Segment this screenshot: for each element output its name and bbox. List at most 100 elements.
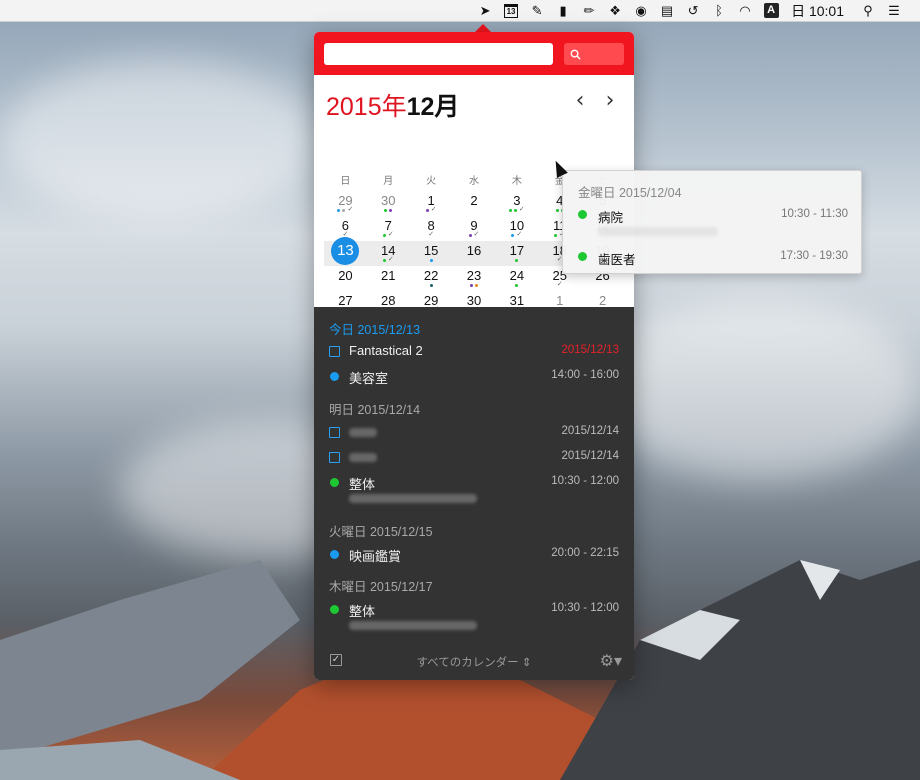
year-label: 2015年 bbox=[326, 93, 407, 121]
calendar-day[interactable]: 15 bbox=[410, 241, 453, 266]
event-dot bbox=[555, 208, 559, 212]
event-indicator: ✓ bbox=[367, 231, 410, 238]
task-checkbox[interactable] bbox=[329, 452, 340, 463]
spotlight-search-icon[interactable]: ⚲ bbox=[856, 0, 880, 22]
settings-gear-icon[interactable]: ⚙▾ bbox=[600, 651, 622, 671]
calendar-color-dot bbox=[330, 372, 339, 381]
wifi-icon[interactable]: ◠ bbox=[733, 0, 757, 22]
task-checkbox[interactable] bbox=[329, 346, 340, 357]
event-dot bbox=[508, 208, 512, 212]
redacted-text bbox=[598, 227, 718, 236]
next-month-button[interactable]: › bbox=[600, 90, 620, 112]
menu-bar: ➤ 13 ✎ ▮ ✏ ❖ ◉ ▤ ↺ ᛒ ◠ A 日 10:01 ⚲ ☰ bbox=[0, 0, 920, 22]
list-item[interactable]: 2015/12/14 bbox=[329, 449, 619, 467]
event-time: 10:30 - 11:30 bbox=[781, 208, 848, 220]
event-dot bbox=[474, 283, 478, 287]
calendar-day[interactable]: 22 bbox=[410, 266, 453, 291]
calendar-day[interactable]: 20 bbox=[324, 266, 367, 291]
calendar-day[interactable]: 21 bbox=[367, 266, 410, 291]
time-machine-icon[interactable]: ↺ bbox=[681, 0, 705, 22]
list-item[interactable]: 美容室 14:00 - 16:00 bbox=[329, 368, 619, 386]
calendar-day[interactable]: 9 ✓ bbox=[453, 216, 496, 241]
event-time: 10:30 - 12:00 bbox=[551, 475, 619, 487]
calendar-day[interactable]: 23 bbox=[453, 266, 496, 291]
bluetooth-icon[interactable]: ᛒ bbox=[707, 0, 731, 22]
event-dot bbox=[382, 258, 386, 262]
prev-month-button[interactable]: ‹ bbox=[570, 90, 590, 112]
day-number: 2 bbox=[598, 293, 607, 308]
event-indicator: ✓ bbox=[495, 206, 538, 213]
pencil-icon[interactable]: ✏ bbox=[577, 0, 601, 22]
event-dot bbox=[511, 233, 515, 237]
calendar-day[interactable]: 14 ✓ bbox=[367, 241, 410, 266]
calendar-day[interactable]: 3 ✓ bbox=[495, 191, 538, 216]
event-dot bbox=[425, 208, 429, 212]
event-dot bbox=[342, 208, 346, 212]
calendar-day[interactable]: 8 ✓ bbox=[410, 216, 453, 241]
event-indicator: ✓ bbox=[453, 231, 496, 238]
redacted-text bbox=[349, 453, 377, 462]
popup-event-row[interactable]: 歯医者 17:30 - 19:30 bbox=[578, 249, 848, 267]
event-dot bbox=[429, 283, 433, 287]
day-number: 27 bbox=[338, 293, 353, 308]
list-item[interactable]: 2015/12/14 bbox=[329, 424, 619, 442]
evernote-icon[interactable]: ✎ bbox=[525, 0, 549, 22]
fantastical-calendar-icon[interactable]: 13 bbox=[499, 0, 523, 22]
calendar-day[interactable]: 1 ✓ bbox=[410, 191, 453, 216]
list-item[interactable]: 映画鑑賞 20:00 - 22:15 bbox=[329, 546, 619, 564]
calendar-day[interactable]: 10 ✓ bbox=[495, 216, 538, 241]
redacted-text bbox=[349, 494, 477, 503]
task-checkbox[interactable] bbox=[329, 427, 340, 438]
day-number: 22 bbox=[423, 268, 439, 283]
event-title: 病院 bbox=[598, 211, 624, 225]
event-indicator: ✓ bbox=[495, 231, 538, 238]
event-dot bbox=[468, 233, 472, 237]
agenda-section-tuesday: 火曜日 2015/12/15 bbox=[329, 525, 433, 539]
day-number: 30 bbox=[381, 193, 396, 208]
notification-center-icon[interactable]: ☰ bbox=[882, 0, 906, 22]
calendar-day[interactable]: 2 bbox=[453, 191, 496, 216]
calendar-day[interactable]: 24 bbox=[495, 266, 538, 291]
location-arrow-icon[interactable]: ➤ bbox=[473, 0, 497, 22]
event-dot bbox=[554, 233, 558, 237]
document-icon[interactable]: ▤ bbox=[655, 0, 679, 22]
agenda-list: 今日 2015/12/13 Fantastical 2 2015/12/13 美… bbox=[314, 307, 634, 680]
event-time: 2015/12/13 bbox=[561, 344, 619, 356]
popover-footer: ✓ すべてのカレンダー ⇕ ⚙▾ bbox=[314, 642, 634, 680]
event-time: 2015/12/14 bbox=[561, 450, 619, 462]
text-expander-icon[interactable]: ◉ bbox=[629, 0, 653, 22]
menu-clock[interactable]: 日 10:01 bbox=[791, 1, 844, 21]
search-button[interactable] bbox=[564, 43, 624, 65]
calendar-set-selector[interactable]: すべてのカレンダー ⇕ bbox=[314, 654, 634, 670]
event-indicator bbox=[367, 207, 410, 213]
task-check-icon: ✓ bbox=[428, 231, 435, 238]
event-indicator bbox=[410, 282, 453, 288]
popup-event-row[interactable]: 病院 10:30 - 11:30 bbox=[578, 207, 848, 225]
event-time: 2015/12/14 bbox=[561, 425, 619, 437]
search-icon bbox=[570, 49, 581, 60]
list-item[interactable]: Fantastical 2 2015/12/13 bbox=[329, 343, 619, 361]
input-source-icon[interactable]: A bbox=[759, 0, 783, 22]
calendar-day[interactable]: 16 bbox=[453, 241, 496, 266]
calendar-color-dot bbox=[330, 478, 339, 487]
month-title: 2015年12月 bbox=[326, 87, 459, 123]
day-number: 16 bbox=[466, 243, 482, 258]
event-dot bbox=[429, 258, 433, 262]
calendar-day-today[interactable]: 13 bbox=[324, 237, 367, 266]
day-number: 24 bbox=[509, 268, 525, 283]
list-item[interactable]: 整体 10:30 - 12:00 bbox=[329, 601, 619, 630]
day-number: 13 bbox=[331, 237, 360, 265]
agenda-section-thursday: 木曜日 2015/12/17 bbox=[329, 580, 433, 594]
day-number: 15 bbox=[423, 243, 439, 258]
event-indicator: ✓ bbox=[538, 281, 581, 288]
calendar-day[interactable]: 29✓ bbox=[324, 191, 367, 216]
search-input[interactable] bbox=[324, 43, 553, 65]
calendar-day[interactable]: 7 ✓ bbox=[367, 216, 410, 241]
dropbox-icon[interactable]: ❖ bbox=[603, 0, 627, 22]
day-number: 17 bbox=[509, 243, 525, 258]
list-item[interactable]: 整体 10:30 - 12:00 bbox=[329, 474, 619, 503]
day-number: 28 bbox=[381, 293, 396, 308]
bookmark-icon[interactable]: ▮ bbox=[551, 0, 575, 22]
calendar-day[interactable]: 17 bbox=[495, 241, 538, 266]
calendar-day[interactable]: 30 bbox=[367, 191, 410, 216]
